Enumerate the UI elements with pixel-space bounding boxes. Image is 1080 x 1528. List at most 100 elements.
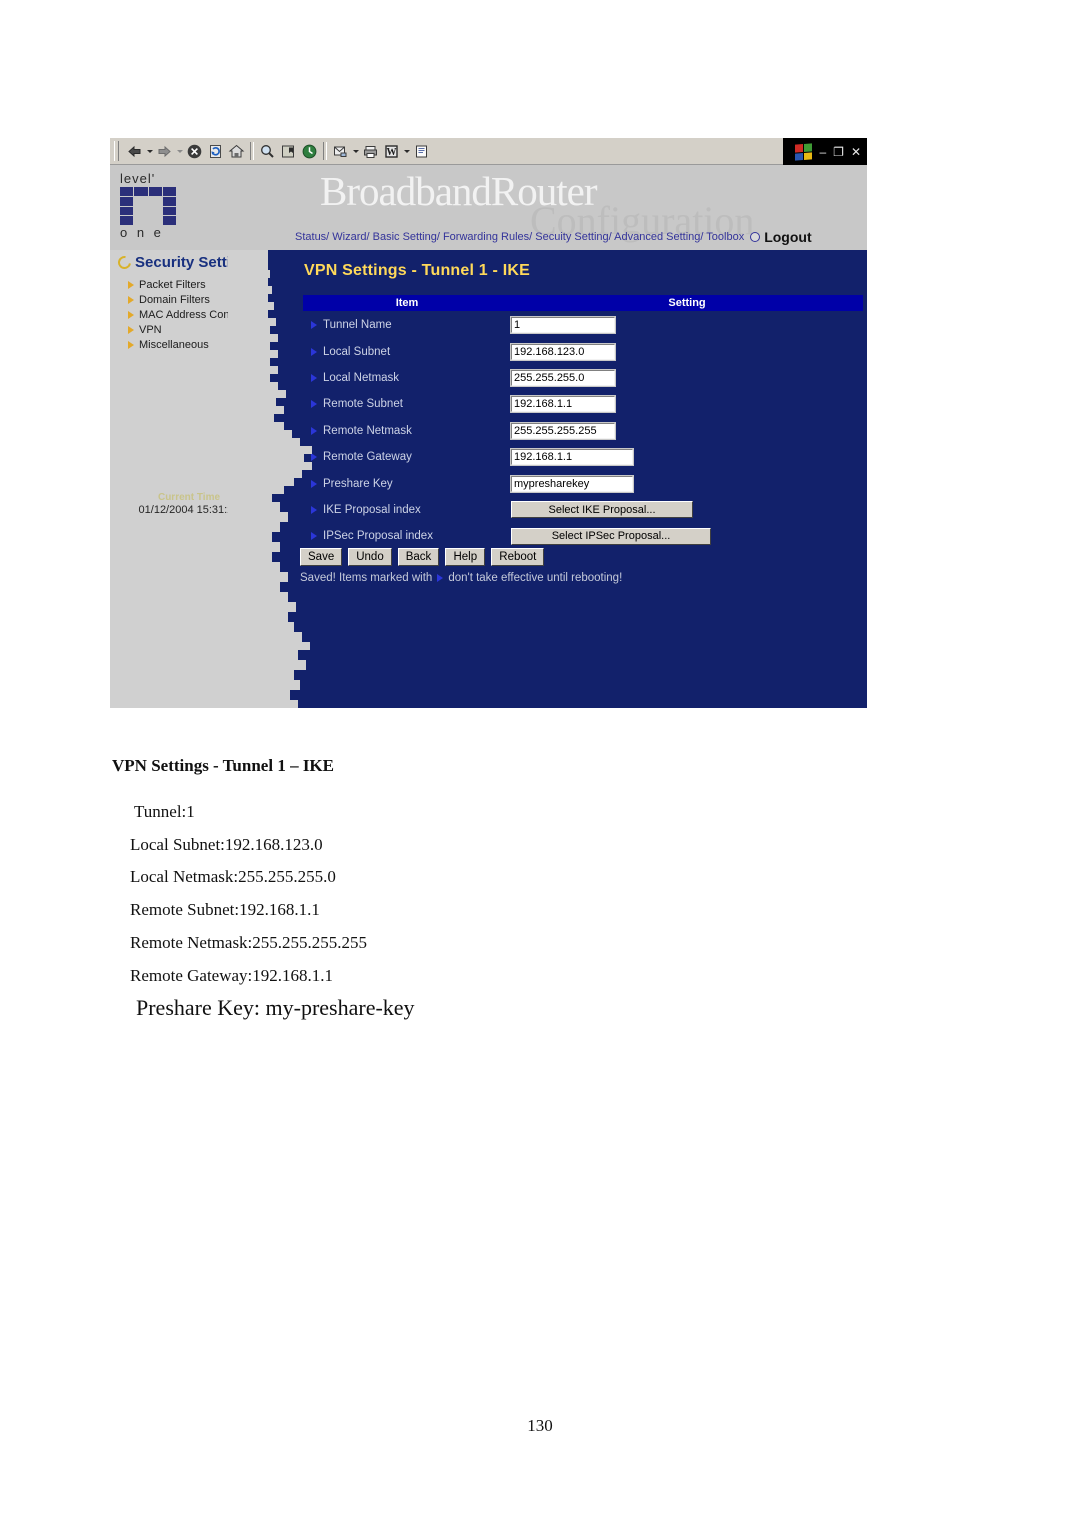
local-subnet-input[interactable]: 192.168.123.0 xyxy=(510,342,616,361)
table-row: Tunnel Name 1 xyxy=(303,312,863,338)
stop-icon[interactable] xyxy=(184,141,205,162)
sidebar-list: Packet Filters Domain Filters MAC Addres… xyxy=(128,277,268,352)
row-control: mypresharekey xyxy=(510,474,863,493)
row-label-text: Remote Netmask xyxy=(323,424,412,437)
action-buttons: Save Undo Back Help Reboot xyxy=(300,548,545,566)
toolbar-grip[interactable] xyxy=(114,141,119,161)
table-row: IKE Proposal index Select IKE Proposal..… xyxy=(303,497,863,523)
bullet-triangle-icon xyxy=(311,479,317,488)
help-button[interactable]: Help xyxy=(445,548,486,566)
print-icon[interactable] xyxy=(360,141,381,162)
row-label-text: Preshare Key xyxy=(323,477,393,490)
sidebar-item-label: Miscellaneous xyxy=(139,338,209,351)
reboot-button[interactable]: Reboot xyxy=(491,548,545,566)
remote-gateway-input[interactable]: 192.168.1.1 xyxy=(510,448,634,467)
table-row: Remote Netmask 255.255.255.255 xyxy=(303,418,863,444)
tunnel-name-input[interactable]: 1 xyxy=(510,316,616,335)
row-control: 255.255.255.0 xyxy=(510,368,863,387)
row-control: Select IKE Proposal... xyxy=(511,501,863,519)
bullet-triangle-icon xyxy=(311,426,317,435)
search-icon[interactable] xyxy=(257,141,278,162)
banner-product-title: BroadbandRouter xyxy=(320,168,597,214)
doc-line: Remote Gateway:192.168.1.1 xyxy=(130,965,334,985)
sidebar-item-label: Packet Filters xyxy=(139,278,206,291)
doc-line: Remote Netmask:255.255.255.255 xyxy=(130,932,368,952)
row-control: Select IPSec Proposal... xyxy=(511,527,863,545)
preshare-key-input[interactable]: mypresharekey xyxy=(510,474,634,493)
favorites-icon[interactable] xyxy=(278,141,299,162)
bullet-triangle-icon xyxy=(311,373,317,382)
bullet-triangle-icon xyxy=(437,574,444,582)
select-ipsec-proposal-button[interactable]: Select IPSec Proposal... xyxy=(511,527,711,545)
mail-dropdown-icon[interactable] xyxy=(351,141,360,162)
sidebar-item-label: VPN xyxy=(139,323,162,336)
row-label-ipsec-proposal-index: IPSec Proposal index xyxy=(303,530,511,542)
row-label-remote-subnet: Remote Subnet xyxy=(303,398,511,410)
undo-button[interactable]: Undo xyxy=(348,548,392,566)
row-label-local-netmask: Local Netmask xyxy=(303,372,511,384)
column-header-setting: Setting xyxy=(668,297,706,309)
forward-icon[interactable] xyxy=(154,141,175,162)
security-setting-icon xyxy=(115,253,134,272)
sidebar-item-label: MAC Address Control xyxy=(139,308,245,321)
column-header-item: Item xyxy=(395,297,419,309)
logo-bottom-text: o n e xyxy=(120,225,164,240)
row-label-text: IKE Proposal index xyxy=(323,503,421,516)
sidebar-item-domain-filters[interactable]: Domain Filters xyxy=(128,292,268,307)
sidebar-item-miscellaneous[interactable]: Miscellaneous xyxy=(128,337,268,352)
row-label-preshare-key: Preshare Key xyxy=(303,478,511,490)
logout-radio-icon[interactable] xyxy=(750,232,761,242)
bullet-triangle-icon xyxy=(311,400,317,409)
row-label-remote-gateway: Remote Gateway xyxy=(303,451,511,463)
document-heading: VPN Settings - Tunnel 1 – IKE xyxy=(112,756,334,775)
save-button[interactable]: Save xyxy=(300,548,343,566)
forward-dropdown-icon[interactable] xyxy=(175,141,184,162)
row-label-text: Tunnel Name xyxy=(323,319,392,332)
browser-screenshot: W – ❐ ✕ level' o n e Configuration Broad… xyxy=(110,138,867,708)
table-header-row: Item Setting xyxy=(303,295,863,312)
edit-word-icon[interactable]: W xyxy=(381,141,402,162)
row-control: 192.168.123.0 xyxy=(510,342,863,361)
back-button[interactable]: Back xyxy=(397,548,440,566)
row-label-tunnel-name: Tunnel Name xyxy=(303,319,511,331)
history-icon[interactable] xyxy=(299,141,320,162)
back-icon[interactable] xyxy=(124,141,145,162)
select-ike-proposal-button[interactable]: Select IKE Proposal... xyxy=(511,501,693,519)
remote-netmask-input[interactable]: 255.255.255.255 xyxy=(510,421,616,440)
row-label-text: IPSec Proposal index xyxy=(323,530,433,543)
logout-button[interactable]: Logout xyxy=(764,229,811,245)
page-number: 130 xyxy=(527,1416,553,1435)
refresh-icon[interactable] xyxy=(205,141,226,162)
current-time-value: 01/12/2004 15:31:24 xyxy=(138,504,240,516)
levelone-logo: level' o n e xyxy=(118,172,190,239)
sidebar-item-mac-address-control[interactable]: MAC Address Control xyxy=(128,307,268,322)
table-row: Remote Subnet 192.168.1.1 xyxy=(303,391,863,417)
remote-subnet-input[interactable]: 192.168.1.1 xyxy=(510,395,616,414)
sidebar-item-vpn[interactable]: VPN xyxy=(128,322,268,337)
row-label-remote-netmask: Remote Netmask xyxy=(303,425,511,437)
sidebar-item-packet-filters[interactable]: Packet Filters xyxy=(128,277,268,292)
top-nav: Status/ Wizard/ Basic Setting/ Forwardin… xyxy=(295,229,863,245)
mail-icon[interactable] xyxy=(330,141,351,162)
row-label-text: Local Netmask xyxy=(323,371,400,384)
svg-text:W: W xyxy=(387,147,397,158)
row-label-ike-proposal-index: IKE Proposal index xyxy=(303,504,511,516)
close-button[interactable]: ✕ xyxy=(851,146,861,158)
nav-links[interactable]: Status/ Wizard/ Basic Setting/ Forwardin… xyxy=(295,231,744,243)
local-netmask-input[interactable]: 255.255.255.0 xyxy=(510,368,616,387)
bullet-triangle-icon xyxy=(311,453,317,462)
back-dropdown-icon[interactable] xyxy=(145,141,154,162)
minimize-button[interactable]: – xyxy=(819,146,826,158)
discuss-icon[interactable] xyxy=(411,141,432,162)
bullet-triangle-icon xyxy=(311,347,317,356)
bullet-triangle-icon xyxy=(128,280,134,289)
edit-dropdown-icon[interactable] xyxy=(402,141,411,162)
logo-top-text: level' xyxy=(120,171,156,186)
table-row: Local Netmask 255.255.255.0 xyxy=(303,365,863,391)
restore-button[interactable]: ❐ xyxy=(833,146,844,158)
page-banner: level' o n e Configuration BroadbandRout… xyxy=(110,165,867,250)
home-icon[interactable] xyxy=(226,141,247,162)
table-row: Preshare Key mypresharekey xyxy=(303,470,863,496)
toolbar-separator xyxy=(250,142,254,160)
bullet-triangle-icon xyxy=(311,321,317,330)
